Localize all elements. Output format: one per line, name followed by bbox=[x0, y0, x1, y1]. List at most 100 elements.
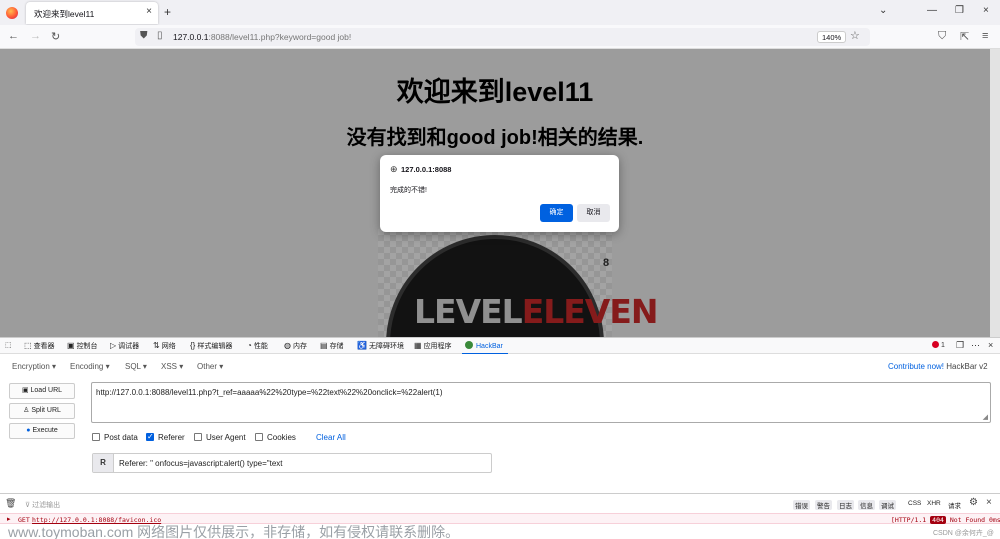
url-path: :8088/level11.php?keyword=good job! bbox=[208, 32, 352, 42]
debugger-icon: ▷ bbox=[110, 341, 117, 350]
checkbox-post-data[interactable]: Post data bbox=[92, 433, 138, 442]
alert-dialog: ⊕ 127.0.0.1:8088 完成的不错! 确定 取消 bbox=[380, 155, 619, 232]
page-scrollbar[interactable] bbox=[990, 49, 1000, 337]
error-icon bbox=[932, 341, 939, 348]
performance-icon: ◔ bbox=[247, 341, 252, 350]
reload-icon[interactable]: ↻ bbox=[51, 30, 60, 43]
zoom-level[interactable]: 140% bbox=[817, 31, 847, 43]
checkbox-cookies[interactable]: Cookies bbox=[255, 433, 296, 442]
filter-xhr[interactable]: XHR bbox=[927, 500, 941, 507]
console-icon: ▣ bbox=[67, 341, 75, 350]
referer-tag: R bbox=[93, 454, 114, 472]
tab-performance[interactable]: ◔ 性能 bbox=[247, 341, 268, 351]
menu-sql[interactable]: SQL ▾ bbox=[125, 362, 147, 371]
load-url-button[interactable]: ▣ Load URL bbox=[9, 383, 75, 399]
filter-css[interactable]: CSS bbox=[908, 500, 921, 507]
menu-xss[interactable]: XSS ▾ bbox=[161, 362, 183, 371]
trash-icon[interactable]: 🗑 bbox=[5, 498, 16, 509]
back-icon[interactable]: ← bbox=[8, 30, 19, 42]
checkbox-referer[interactable]: Referer bbox=[146, 432, 185, 442]
ok-button[interactable]: 确定 bbox=[540, 204, 573, 222]
tab-debugger[interactable]: ▷ 调试器 bbox=[110, 341, 139, 351]
dialog-origin: 127.0.0.1:8088 bbox=[401, 165, 452, 174]
menu-encoding[interactable]: Encoding ▾ bbox=[70, 362, 110, 371]
address-bar[interactable]: ⛊ ▯ 127.0.0.1:8088/level11.php?keyword=g… bbox=[135, 28, 870, 46]
element-picker-icon[interactable]: ⬚ bbox=[5, 341, 12, 349]
execute-icon: ● bbox=[26, 427, 31, 434]
contribute-link[interactable]: Contribute now! bbox=[888, 362, 944, 371]
tab-list-icon[interactable]: ⌄ bbox=[879, 5, 887, 16]
accessibility-icon: ♿ bbox=[357, 341, 367, 350]
hackbar-icon bbox=[465, 341, 473, 349]
url-textarea[interactable]: http://127.0.0.1:8088/level11.php?t_ref=… bbox=[91, 382, 991, 423]
tab-console[interactable]: ▣ 控制台 bbox=[67, 341, 98, 351]
url-host: 127.0.0.1 bbox=[173, 32, 209, 42]
inspector-icon: ⬚ bbox=[24, 341, 32, 350]
tab-application[interactable]: ▦ 应用程序 bbox=[414, 341, 452, 351]
window-close-icon[interactable]: × bbox=[983, 5, 989, 16]
tab-title: 欢迎来到level11 bbox=[34, 9, 95, 19]
devtools-close-icon[interactable]: × bbox=[988, 340, 993, 350]
split-url-icon: ♙ bbox=[23, 407, 30, 414]
globe-icon: ⊕ bbox=[390, 164, 398, 174]
pocket-icon[interactable]: ⛉ bbox=[938, 30, 946, 43]
split-url-button[interactable]: ♙ Split URL bbox=[9, 403, 75, 419]
filter-info[interactable]: 信息 bbox=[858, 500, 875, 510]
tab-memory[interactable]: ◍ 内存 bbox=[284, 341, 307, 351]
clear-all-link[interactable]: Clear All bbox=[316, 433, 346, 442]
watermark-text: www.toymoban.com 网络图片仅供展示，非存储，如有侵权请联系删除。 bbox=[8, 524, 460, 539]
tab-hackbar[interactable]: HackBar bbox=[465, 341, 503, 350]
application-icon: ▦ bbox=[414, 341, 422, 350]
menu-other[interactable]: Other ▾ bbox=[197, 362, 223, 371]
tab-accessibility[interactable]: ♿ 无障碍环境 bbox=[357, 341, 404, 351]
menu-icon[interactable]: ≡ bbox=[982, 30, 988, 42]
bookmark-star-icon[interactable]: ☆ bbox=[850, 29, 860, 42]
resize-handle[interactable]: ◢ bbox=[983, 413, 988, 421]
filter-warnings[interactable]: 警告 bbox=[815, 500, 832, 510]
tab-network[interactable]: ⇅ 网络 bbox=[153, 341, 176, 351]
more-options-icon[interactable]: ⋯ bbox=[971, 340, 980, 351]
credit-text: CSDN @余何卉_@ bbox=[933, 530, 994, 537]
extensions-icon[interactable]: ⇱ bbox=[960, 30, 969, 43]
minimize-icon[interactable]: — bbox=[927, 5, 937, 16]
filter-requests[interactable]: 请求 bbox=[948, 500, 961, 510]
page-info-icon[interactable]: ▯ bbox=[157, 30, 163, 41]
error-count-badge[interactable]: 1 bbox=[932, 341, 945, 349]
browser-tab[interactable]: 欢迎来到level11 × bbox=[26, 2, 158, 24]
filter-errors[interactable]: 错误 bbox=[793, 500, 810, 510]
tab-close-icon[interactable]: × bbox=[146, 6, 152, 17]
hackbar-menu: Encryption ▾ Encoding ▾ SQL ▾ XSS ▾ Othe… bbox=[0, 354, 1000, 378]
console-close-icon[interactable]: × bbox=[986, 497, 992, 508]
execute-button[interactable]: ● Execute bbox=[9, 423, 75, 439]
filter-logs[interactable]: 日志 bbox=[837, 500, 854, 510]
navigation-bar: ← → ↻ ⛊ ▯ 127.0.0.1:8088/level11.php?key… bbox=[0, 25, 1000, 49]
tab-style-editor[interactable]: {} 样式编辑器 bbox=[190, 341, 232, 351]
request-status: [HTTP/1.1 404 Not Found 0ms] bbox=[891, 516, 1000, 524]
hackbar-version: HackBar v2 bbox=[946, 362, 988, 371]
gear-icon[interactable]: ⚙ bbox=[969, 497, 978, 508]
firefox-icon[interactable] bbox=[6, 7, 18, 19]
tab-inspector[interactable]: ⬚ 查看器 bbox=[24, 341, 55, 351]
checkbox-user-agent[interactable]: User Agent bbox=[194, 433, 246, 442]
devtools-toolbar: ⬚ ⬚ 查看器 ▣ 控制台 ▷ 调试器 ⇅ 网络 {} 样式编辑器 ◔ 性能 ◍ 内存 ▤ 存储… bbox=[0, 337, 1000, 355]
referer-field[interactable]: R Referer: " onfocus=javascript:alert() … bbox=[92, 453, 492, 473]
cancel-button[interactable]: 取消 bbox=[577, 204, 610, 222]
forward-icon[interactable]: → bbox=[30, 30, 41, 42]
referer-value: Referer: " onfocus=javascript:alert() ty… bbox=[119, 459, 283, 468]
tab-storage[interactable]: ▤ 存储 bbox=[320, 341, 344, 351]
hackbar-body: ▣ Load URL ♙ Split URL ● Execute http://… bbox=[0, 378, 1000, 493]
restore-icon[interactable]: ❐ bbox=[955, 5, 964, 16]
tab-bar: 欢迎来到level11 × + ⌄ — ❐ × bbox=[0, 0, 1000, 25]
style-editor-icon: {} bbox=[190, 341, 196, 350]
network-icon: ⇅ bbox=[153, 341, 160, 350]
shield-icon[interactable]: ⛊ bbox=[140, 30, 148, 41]
filter-input[interactable]: ⊽ 过滤输出 bbox=[25, 500, 60, 510]
url-textarea-value: http://127.0.0.1:8088/level11.php?t_ref=… bbox=[96, 388, 443, 397]
menu-encryption[interactable]: Encryption ▾ bbox=[12, 362, 56, 371]
load-url-icon: ▣ bbox=[21, 387, 29, 394]
memory-icon: ◍ bbox=[284, 341, 291, 350]
new-tab-button[interactable]: + bbox=[164, 5, 171, 19]
filter-debug[interactable]: 调试 bbox=[879, 500, 896, 510]
dock-icon[interactable]: ❐ bbox=[956, 340, 964, 351]
url-text[interactable]: 127.0.0.1:8088/level11.php?keyword=good … bbox=[173, 32, 351, 42]
